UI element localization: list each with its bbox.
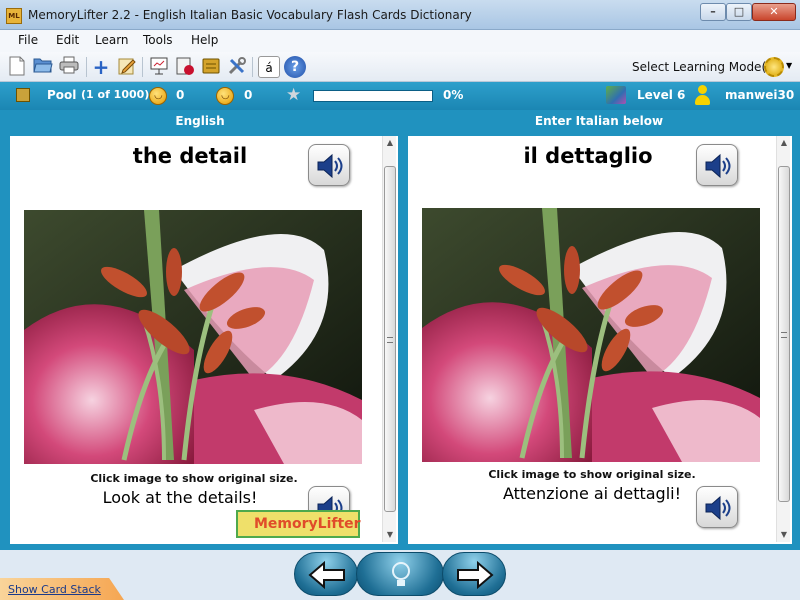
sad-smiley-icon	[216, 87, 234, 105]
help-icon[interactable]: ?	[284, 56, 306, 78]
menu-edit[interactable]: Edit	[56, 33, 79, 47]
question-audio-button[interactable]	[308, 144, 350, 186]
pool-count: (1 of 1000)	[81, 88, 150, 101]
question-image-caption: Click image to show original size.	[90, 472, 298, 485]
menu-tools[interactable]: Tools	[143, 33, 173, 47]
speaker-icon	[705, 495, 731, 521]
print-icon[interactable]	[58, 56, 80, 78]
add-icon[interactable]: +	[90, 56, 112, 78]
open-icon[interactable]	[32, 56, 54, 78]
answer-card: il dettaglio Click image to show origina…	[408, 136, 792, 544]
speaker-icon	[317, 153, 343, 179]
special-chars-icon[interactable]: á	[258, 56, 280, 78]
lily-flower-image	[422, 208, 760, 462]
answer-example-audio-button[interactable]	[696, 486, 738, 528]
user-name: manwei30	[725, 88, 795, 102]
memorylifter-logo: MemoryLifter	[236, 510, 361, 538]
learning-mode-gear-icon[interactable]	[764, 57, 784, 77]
show-card-stack-link[interactable]: Show Card Stack	[8, 583, 101, 596]
menu-learn[interactable]: Learn	[95, 33, 129, 47]
question-card: the detail Click image to show original …	[10, 136, 398, 544]
menu-help[interactable]: Help	[191, 33, 218, 47]
toolbar-separator	[142, 57, 143, 77]
progress-text: 0%	[443, 88, 464, 102]
scroll-grip-icon	[387, 337, 393, 343]
scroll-up-icon[interactable]: ▲	[383, 136, 397, 150]
lightbulb-icon	[392, 562, 410, 586]
answer-image[interactable]	[422, 208, 760, 462]
hint-button[interactable]	[356, 552, 444, 596]
presentation-icon[interactable]	[148, 56, 170, 78]
menu-file[interactable]: File	[18, 33, 38, 47]
correct-count: 0	[176, 88, 185, 102]
question-language-label: English	[175, 114, 225, 128]
speaker-icon	[705, 153, 731, 179]
close-button[interactable]: ✕	[752, 3, 796, 21]
new-icon[interactable]	[6, 56, 28, 78]
arrow-left-icon	[308, 560, 345, 590]
scroll-thumb[interactable]	[778, 166, 790, 502]
question-example: Look at the details!	[102, 488, 258, 507]
scroll-grip-icon	[781, 332, 787, 338]
menu-bar: File Edit Learn Tools Help	[0, 30, 800, 52]
question-scrollbar[interactable]: ▲ ▼	[382, 136, 396, 542]
app-logo-icon: ML	[6, 8, 22, 24]
next-card-button[interactable]	[442, 552, 506, 596]
answer-image-caption: Click image to show original size.	[488, 468, 696, 481]
edit-icon[interactable]	[116, 56, 138, 78]
scroll-thumb[interactable]	[384, 166, 396, 512]
user-icon	[694, 85, 710, 105]
pool-icon	[16, 88, 30, 102]
toolbar-separator	[86, 57, 87, 77]
maximize-button[interactable]: □	[726, 3, 752, 21]
wrong-count: 0	[244, 88, 253, 102]
settings-icon[interactable]	[226, 56, 248, 78]
card-box-icon[interactable]	[200, 56, 222, 78]
level-icon	[606, 86, 626, 104]
toolbar-separator	[252, 57, 253, 77]
status-bar: Pool (1 of 1000) 0 0 ★ 0% Level 6 manwei…	[0, 82, 800, 110]
statistics-icon[interactable]	[174, 56, 196, 78]
level-label: Level 6	[637, 88, 686, 102]
arrow-right-icon	[457, 560, 494, 590]
progress-bar	[313, 90, 433, 102]
title-bar: ML MemoryLifter 2.2 - English Italian Ba…	[0, 0, 800, 30]
star-icon: ★	[286, 85, 302, 105]
question-image[interactable]	[24, 210, 362, 464]
answer-scrollbar[interactable]: ▲ ▼	[776, 136, 790, 542]
minimize-button[interactable]: –	[700, 3, 726, 21]
scroll-down-icon[interactable]: ▼	[383, 528, 397, 542]
toolbar: + á ? Select Learning Mode(s) ▼	[0, 52, 800, 82]
bottom-navigation: Show Card Stack	[0, 550, 800, 600]
scroll-down-icon[interactable]: ▼	[777, 528, 791, 542]
card-area: English Enter Italian below the detail C…	[0, 110, 800, 550]
pool-label: Pool	[47, 88, 77, 102]
happy-smiley-icon	[149, 87, 167, 105]
chevron-down-icon[interactable]: ▼	[786, 61, 792, 70]
previous-card-button[interactable]	[294, 552, 358, 596]
lily-flower-image	[24, 210, 362, 464]
scroll-up-icon[interactable]: ▲	[777, 136, 791, 150]
window-title: MemoryLifter 2.2 - English Italian Basic…	[28, 8, 472, 22]
answer-language-label: Enter Italian below	[534, 114, 664, 128]
answer-audio-button[interactable]	[696, 144, 738, 186]
learning-mode-label[interactable]: Select Learning Mode(s)	[632, 60, 777, 74]
